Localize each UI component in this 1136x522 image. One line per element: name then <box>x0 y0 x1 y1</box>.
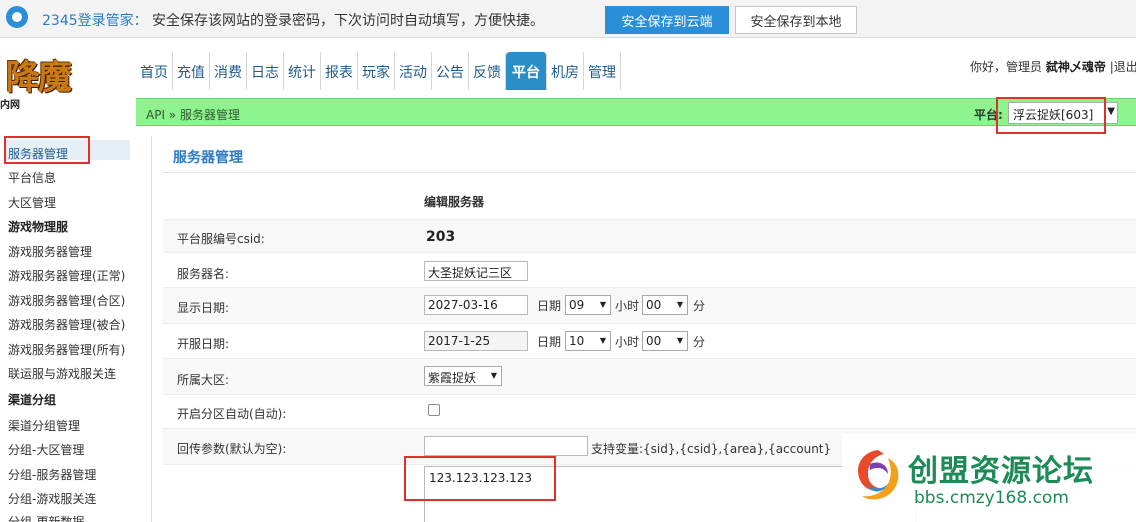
area-value: 紫霞捉妖 <box>428 371 477 385</box>
nav-item-feedback[interactable]: 反馈 <box>469 52 506 90</box>
sidebar-item-game-server-merged[interactable]: 游戏服务器管理(合区) <box>8 292 125 309</box>
show-date-input[interactable]: 2027-03-16 <box>424 295 528 315</box>
show-date-unit-hour: 小时 <box>615 299 640 313</box>
breadcrumb-bar: API » 服务器管理 平台: 浮云捉妖[603] ▼ <box>136 98 1136 126</box>
show-hour-select[interactable]: 09 ▼ <box>565 295 611 315</box>
nav-item-consume[interactable]: 消费 <box>210 52 247 90</box>
open-date-label: 开服日期: <box>177 337 230 351</box>
sidebar-group-channel: 渠道分组 <box>8 393 57 407</box>
nav-item-platform[interactable]: 平台 <box>506 52 547 90</box>
show-date-unit-date: 日期 <box>537 299 562 313</box>
sidebar-item-game-server-all[interactable]: 游戏服务器管理(所有) <box>8 341 125 358</box>
chevron-down-icon: ▼ <box>490 371 497 380</box>
form-heading: 编辑服务器 <box>424 195 485 209</box>
area-label: 所属大区: <box>177 373 230 387</box>
open-hour-value: 10 <box>569 334 585 348</box>
logo-text: 降魔 <box>6 58 72 98</box>
callback-params-input[interactable] <box>424 436 588 456</box>
chevron-down-icon: ▼ <box>676 336 683 345</box>
callback-params-label: 回传参数(默认为空): <box>177 442 287 456</box>
sidebar-item-area-management[interactable]: 大区管理 <box>8 194 56 211</box>
sidebar-item-group-link[interactable]: 分组-游戏服关连 <box>8 490 96 507</box>
forum-logo-icon <box>858 450 899 500</box>
sidebar-item-group-area[interactable]: 分组-大区管理 <box>8 441 84 458</box>
chevron-down-icon: ▼ <box>599 300 606 309</box>
auto-partition-label: 开启分区自动(自动): <box>177 407 287 421</box>
password-manager-title: 2345登录管家： <box>42 13 148 29</box>
sidebar-item-channel-group[interactable]: 渠道分组管理 <box>8 417 80 434</box>
nav-item-server-room[interactable]: 机房 <box>547 52 584 90</box>
save-to-local-button[interactable]: 安全保存到本地 <box>735 6 857 34</box>
server-name-input[interactable]: 大圣捉妖记三区 <box>424 261 528 281</box>
area-select[interactable]: 紫霞捉妖 ▼ <box>424 366 502 386</box>
save-to-cloud-button[interactable]: 安全保存到云端 <box>605 6 729 34</box>
nav-item-players[interactable]: 玩家 <box>358 52 395 90</box>
user-greeting: 你好，管理员 <box>970 60 1043 74</box>
sidebar-group-game-physical: 游戏物理服 <box>8 220 69 234</box>
highlight-box-ip <box>404 456 556 501</box>
highlight-box-sidebar <box>4 136 90 164</box>
open-minute-select[interactable]: 00 ▼ <box>642 331 688 351</box>
user-name: 弑神乄魂帝 <box>1045 60 1106 74</box>
open-date-unit-date: 日期 <box>537 335 562 349</box>
row-divider <box>163 252 1136 253</box>
nav-item-stats[interactable]: 统计 <box>284 52 321 90</box>
watermark-url: bbs.cmzy168.com <box>914 488 1069 508</box>
nav-item-home[interactable]: 首页 <box>136 52 173 90</box>
show-date-unit-minute: 分 <box>693 299 706 313</box>
sidebar-item-joint-link[interactable]: 联运服与游戏服关连 <box>8 365 116 382</box>
open-date-unit-minute: 分 <box>693 335 706 349</box>
sidebar-item-group-update[interactable]: 分组-更新数据 <box>8 513 84 522</box>
show-minute-value: 00 <box>646 298 662 312</box>
nav-item-log[interactable]: 日志 <box>247 52 284 90</box>
password-manager-bar: 2345登录管家： 安全保存该网站的登录密码，下次访问时自动填写，方便快捷。 安… <box>0 0 1136 38</box>
breadcrumb: API » 服务器管理 <box>146 108 240 122</box>
open-minute-value: 00 <box>646 334 662 348</box>
nav-item-events[interactable]: 活动 <box>395 52 432 90</box>
page-title: 服务器管理 <box>173 150 243 166</box>
row-background <box>163 359 1136 394</box>
chevron-down-icon: ▼ <box>1107 106 1115 117</box>
open-date-input[interactable]: 2017-1-25 <box>424 331 528 351</box>
csid-value: 203 <box>426 229 456 245</box>
main-nav: 首页 充值 消费 日志 统计 报表 玩家 活动 公告 反馈 平台 机房 管理 <box>136 52 621 90</box>
title-divider <box>163 172 1136 173</box>
show-date-label: 显示日期: <box>177 301 230 315</box>
nav-item-announcements[interactable]: 公告 <box>432 52 469 90</box>
show-minute-select[interactable]: 00 ▼ <box>642 295 688 315</box>
password-manager-message: 安全保存该网站的登录密码，下次访问时自动填写，方便快捷。 <box>152 13 544 29</box>
show-hour-value: 09 <box>569 298 585 312</box>
auto-partition-checkbox[interactable] <box>428 404 440 416</box>
sidebar-item-platform-info[interactable]: 平台信息 <box>8 169 56 186</box>
row-background <box>163 220 1136 252</box>
nav-item-recharge[interactable]: 充值 <box>173 52 210 90</box>
csid-label: 平台服编号csid: <box>177 232 265 246</box>
watermark-title: 创盟资源论坛 <box>908 454 1094 489</box>
logout-link[interactable]: |退出 <box>1110 60 1136 74</box>
highlight-box-platform <box>996 97 1106 134</box>
sidebar-item-game-server[interactable]: 游戏服务器管理 <box>8 243 92 260</box>
chevron-down-icon: ▼ <box>676 300 683 309</box>
password-manager-logo-icon <box>6 6 28 28</box>
callback-params-hint: 支持变量:{sid},{csid},{area},{account} <box>591 442 832 456</box>
open-hour-select[interactable]: 10 ▼ <box>565 331 611 351</box>
chevron-down-icon: ▼ <box>599 336 606 345</box>
nav-item-admin[interactable]: 管理 <box>584 52 621 90</box>
row-divider <box>163 394 1136 395</box>
watermark: 创盟资源论坛 bbs.cmzy168.com <box>842 434 1136 522</box>
open-date-unit-hour: 小时 <box>615 335 640 349</box>
sidebar-item-group-server[interactable]: 分组-服务器管理 <box>8 466 96 483</box>
logo-subtitle: 内网 <box>0 100 20 111</box>
server-name-label: 服务器名: <box>177 267 230 281</box>
row-divider <box>163 323 1136 324</box>
user-info: 你好，管理员 弑神乄魂帝 |退出 <box>970 58 1136 75</box>
site-logo[interactable]: 降魔 内网 <box>0 48 112 111</box>
sidebar-item-game-server-normal[interactable]: 游戏服务器管理(正常) <box>8 267 125 284</box>
sidebar-item-game-server-absorbed[interactable]: 游戏服务器管理(被合) <box>8 316 125 333</box>
nav-item-reports[interactable]: 报表 <box>321 52 358 90</box>
